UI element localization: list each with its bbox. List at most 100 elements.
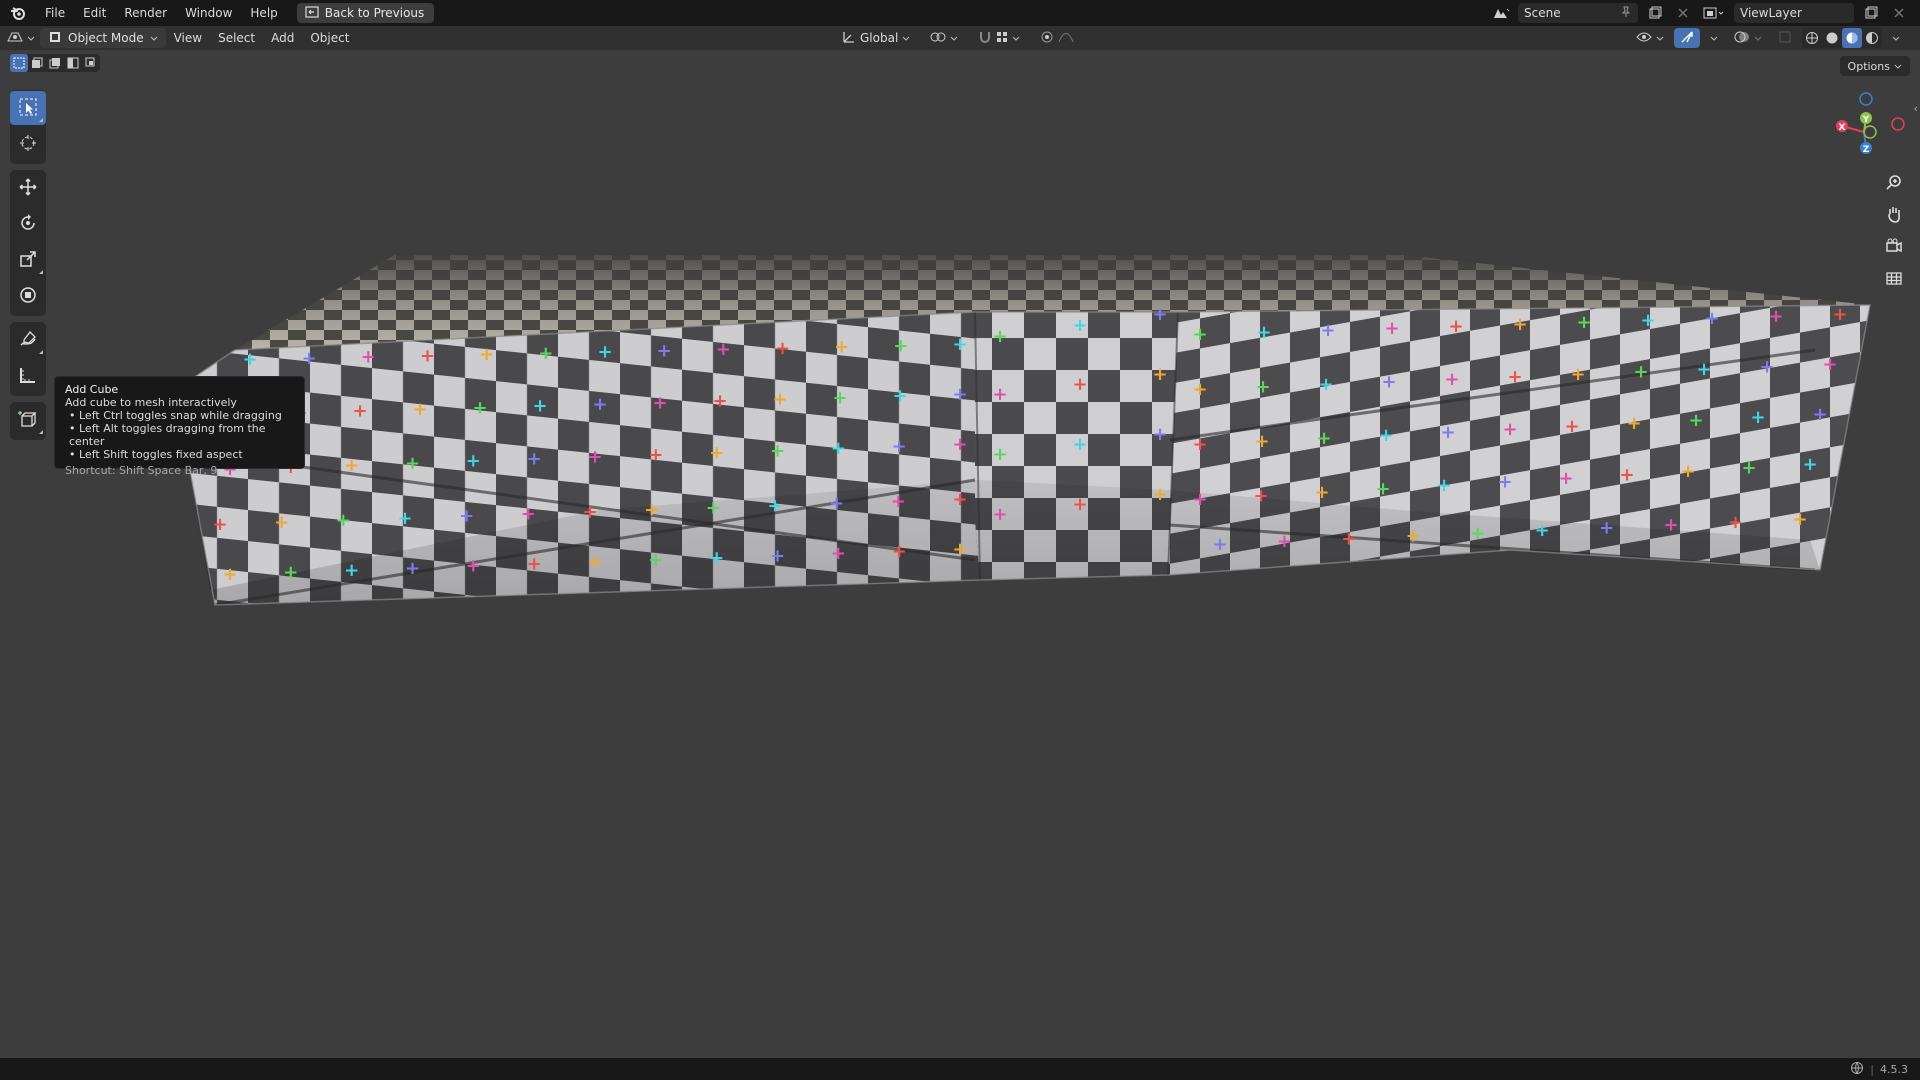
chevron-down-icon [1754,31,1762,45]
uv-marker: + [1470,523,1485,544]
pin-icon[interactable] [1620,6,1632,21]
xray-toggle[interactable] [1772,28,1798,48]
view-layer-icon[interactable] [1700,3,1728,23]
navigation-gizmo[interactable]: X Y Z [1820,80,1910,170]
tooltip-title: Add Cube [65,383,119,396]
scale-tool[interactable] [10,243,46,277]
menu-help[interactable]: Help [241,0,286,26]
neg-y-axis-handle [1863,125,1877,139]
object-mode-dropdown[interactable]: Object Mode [40,28,166,48]
pivot-point-dropdown[interactable] [924,28,964,48]
transform-orientation-dropdown[interactable]: Global [836,28,916,48]
scene-name: Scene [1524,6,1561,20]
menu-object[interactable]: Object [302,31,357,45]
add-cube-tool[interactable] [10,403,46,437]
annotate-icon [18,329,38,352]
delete-view-layer-icon[interactable] [1888,3,1910,23]
uv-marker: + [831,543,846,564]
solid-shading-button[interactable] [1822,28,1842,48]
orientation-axes-icon [842,30,856,47]
gizmo-toggle[interactable] [1674,28,1700,48]
select-intersect-button[interactable] [82,54,100,72]
uv-marker: + [1768,306,1783,327]
options-dropdown[interactable]: Options [1839,56,1910,76]
move-tool[interactable] [10,171,46,205]
measure-tool[interactable] [10,359,46,393]
shading-options-dropdown[interactable] [1886,28,1906,48]
perspective-toggle-button[interactable] [1880,266,1908,292]
menu-edit[interactable]: Edit [74,0,115,26]
menu-add[interactable]: Add [263,31,302,45]
sidebar-toggle-icon[interactable]: ‹ [1914,102,1918,115]
uv-marker: + [1316,428,1331,449]
gizmo-dropdown[interactable] [1704,28,1724,48]
snap-toggle[interactable] [972,28,1026,48]
uv-marker: + [1502,419,1517,440]
transform-tool[interactable] [10,279,46,313]
uv-marker: + [1375,479,1390,500]
scale-icon [18,249,38,272]
scene-field[interactable]: Scene [1518,3,1638,23]
menu-file[interactable]: File [36,0,74,26]
rendered-shading-button[interactable] [1862,28,1882,48]
tool-shelf [10,90,46,446]
uv-marker: + [829,493,844,514]
annotate-tool[interactable] [10,323,46,357]
menu-view[interactable]: View [166,31,210,45]
uv-marker: + [770,545,785,566]
zoom-button[interactable] [1880,170,1908,196]
uv-marker: + [1436,475,1451,496]
rotate-tool[interactable] [10,207,46,241]
add-cube-icon [18,409,38,432]
menu-render[interactable]: Render [115,0,176,26]
select-extend-button[interactable] [28,54,46,72]
cursor-tool[interactable] [10,127,46,161]
uv-marker: + [336,510,351,531]
back-to-previous-button[interactable]: Back to Previous [296,3,435,23]
menu-select[interactable]: Select [210,31,263,45]
status-bar: | 4.5.3 [0,1058,1920,1080]
wireframe-shading-button[interactable] [1802,28,1822,48]
pivot-icon [930,30,946,47]
uv-marker: + [652,392,667,413]
proportional-editing-toggle[interactable] [1034,28,1080,48]
uv-marker: + [1688,410,1703,431]
uv-marker: + [1381,372,1396,393]
move-icon [18,177,38,200]
chevron-down-icon [1656,31,1664,45]
visibility-dropdown[interactable] [1630,28,1670,48]
view-layer-field[interactable]: ViewLayer [1734,3,1854,23]
uv-marker: + [1750,407,1765,428]
editor-type-selector[interactable] [0,26,40,50]
viewport-header: Object Mode View Select Add Object Globa… [0,26,1920,50]
overlays-toggle[interactable] [1728,28,1768,48]
options-label: Options [1847,59,1890,73]
tooltip-bullet-text: Left Shift toggles fixed aspect [79,448,243,461]
select-invert-button[interactable] [64,54,82,72]
version-label: 4.5.3 [1880,1062,1908,1076]
3d-viewport[interactable]: + + + + + + + + + + + + + + + + + + + + + + + + + + + + + + + + + + + + + + + +… [0,50,1920,1058]
transform-icon [18,285,38,308]
uv-marker: + [521,504,536,525]
new-view-layer-icon[interactable] [1860,3,1882,23]
delete-scene-icon[interactable] [1672,3,1694,23]
menu-window[interactable]: Window [176,0,241,26]
z-axis-label: Z [1863,145,1870,155]
neg-x-axis-handle [1891,117,1905,131]
globe-icon [1850,1061,1864,1078]
eye-icon [1636,31,1652,46]
uv-marker: + [420,345,435,366]
scene-icon[interactable] [1490,3,1512,23]
uv-marker: + [274,512,289,533]
material-preview-shading-button[interactable] [1842,28,1862,48]
pan-button[interactable] [1880,202,1908,228]
new-scene-icon[interactable] [1644,3,1666,23]
camera-view-button[interactable] [1880,234,1908,260]
3d-viewport-icon [6,30,24,47]
select-new-button[interactable] [10,54,28,72]
select-subtract-button[interactable] [46,54,64,72]
uv-marker: + [1512,314,1527,335]
select-box-tool[interactable] [10,91,46,125]
blender-logo-icon[interactable] [0,0,36,26]
uv-marker: + [283,562,298,583]
